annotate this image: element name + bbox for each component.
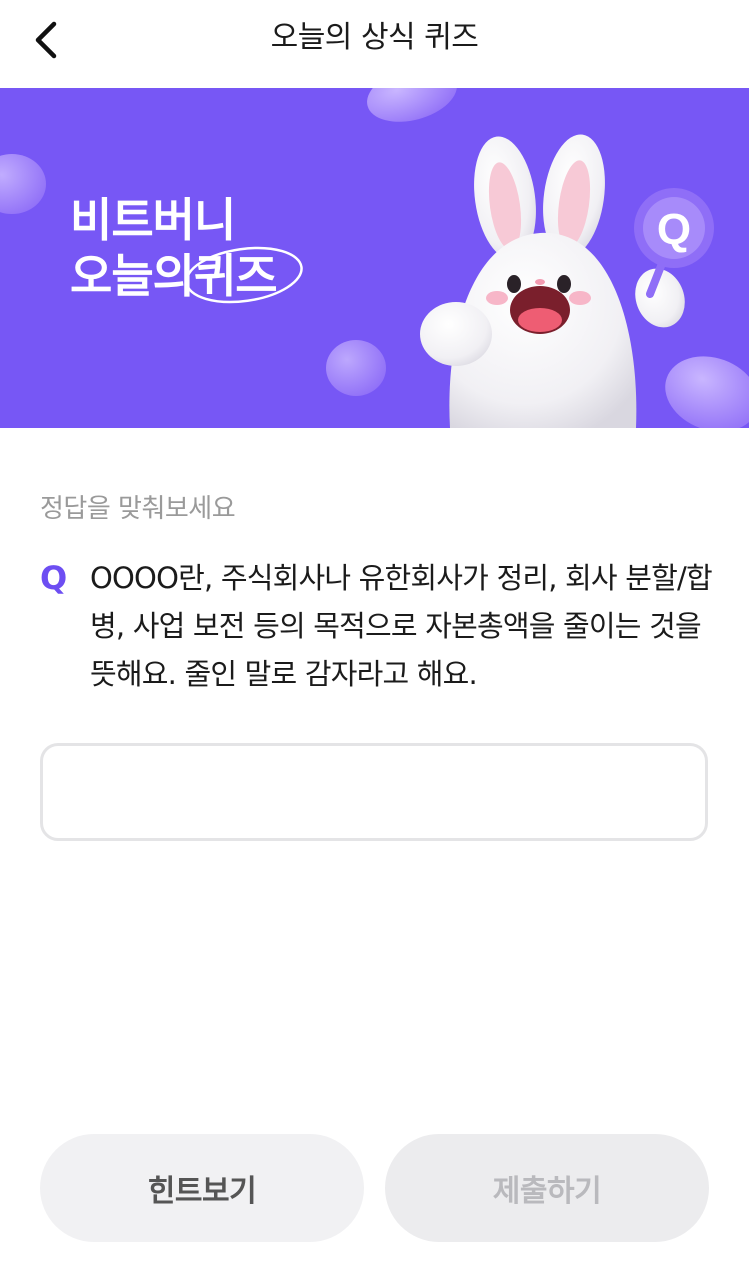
question-marker: Q [40,559,68,597]
coin-shape [367,88,457,122]
coin-shape [326,340,386,396]
banner-title: 비트버니 오늘의 퀴즈 [70,192,303,304]
banner-title-prefix: 오늘의 [70,249,195,303]
coin-shape [665,356,749,428]
question-text: OOOO란, 주식회사나 유한회사가 정리, 회사 분할/합병, 사업 보전 등… [90,561,713,691]
coin-shape [0,154,46,214]
banner-title-line1: 비트버니 [70,193,236,247]
answer-input[interactable] [40,743,708,841]
instruction-text: 정답을 맞춰보세요 [40,494,236,524]
banner-title-emphasis-wrap: 퀴즈 [185,246,303,304]
quiz-banner: Q 비트버니 오늘의 퀴즈 [0,88,749,428]
banner-title-line2: 오늘의 퀴즈 [70,246,303,304]
page-title: 오늘의 상식 퀴즈 [270,20,479,55]
top-bar: 오늘의 상식 퀴즈 [0,0,749,88]
highlight-oval [185,246,303,304]
q-badge-letter: Q [657,205,691,254]
submit-button[interactable]: 제출하기 [385,1134,709,1242]
hint-button[interactable]: 힌트보기 [40,1134,364,1242]
